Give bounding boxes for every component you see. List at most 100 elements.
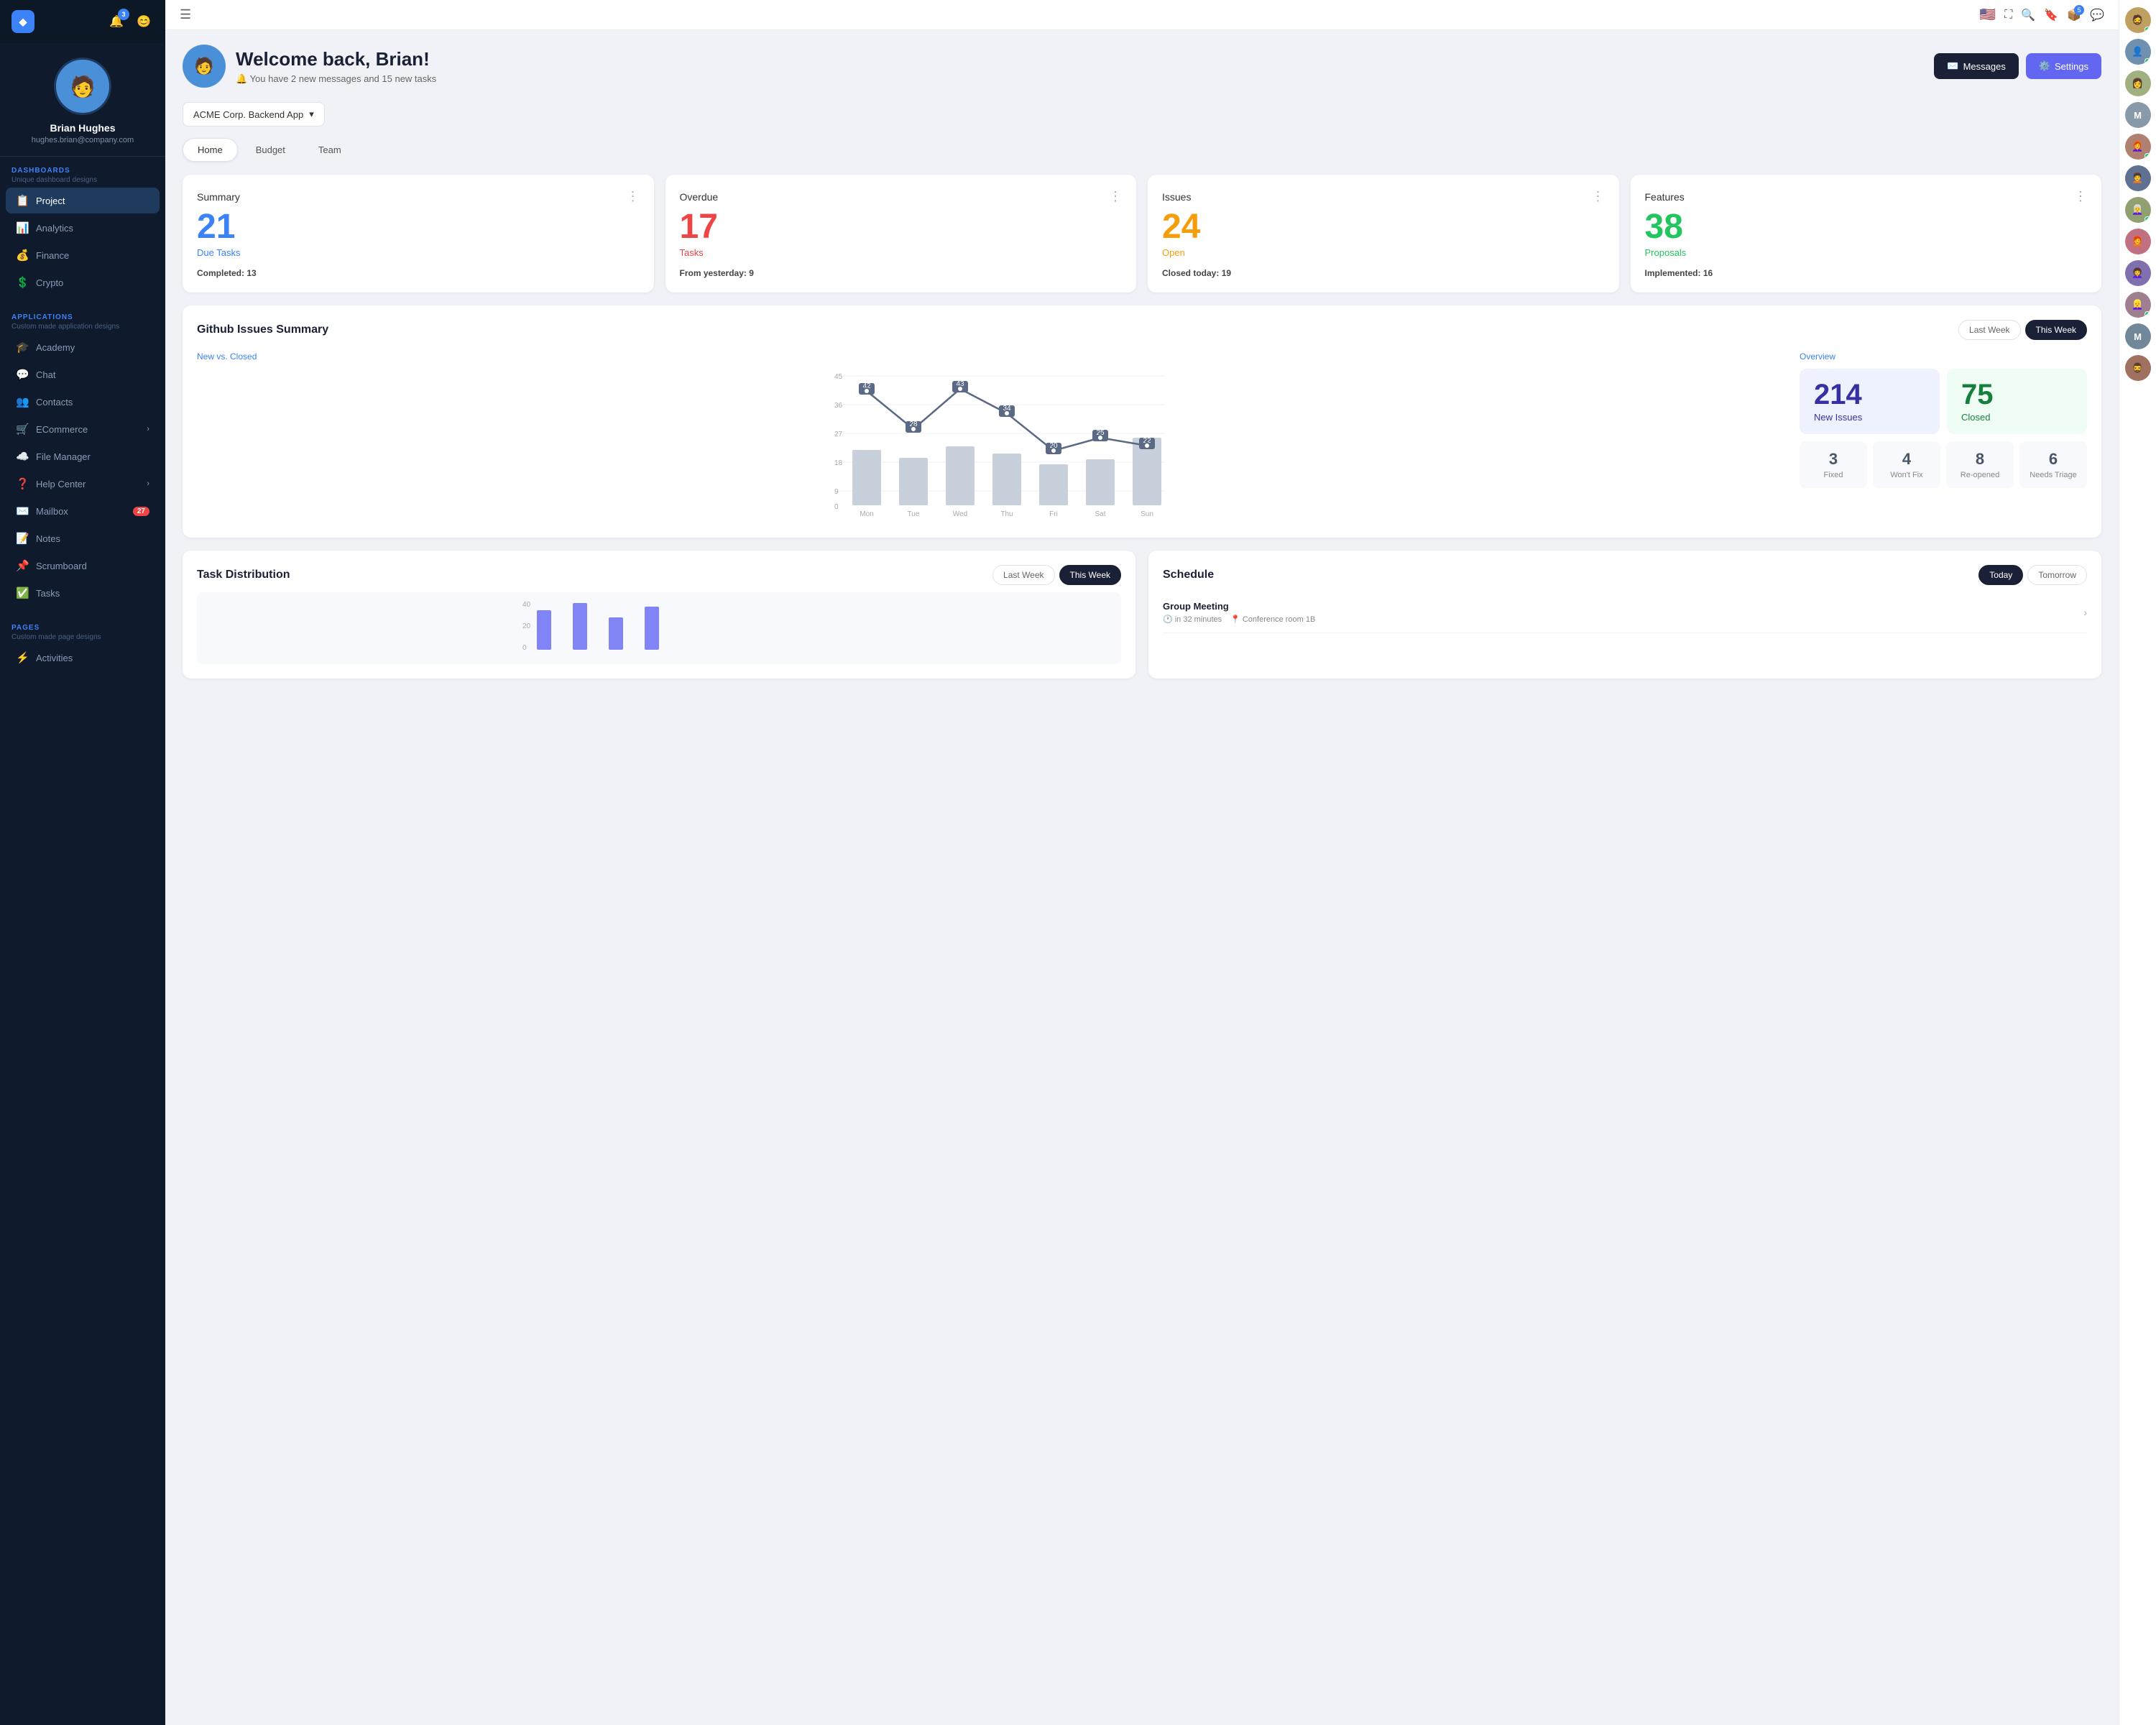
mailbox-badge: 27 bbox=[133, 507, 149, 516]
right-sidebar-avatar-11[interactable]: 🧔‍♂️ bbox=[2125, 355, 2151, 381]
task-dist-header: Task Distribution Last Week This Week bbox=[197, 565, 1121, 585]
svg-text:Tue: Tue bbox=[908, 510, 920, 518]
settings-button[interactable]: ⚙️ Settings bbox=[2026, 53, 2101, 79]
schedule-item-location: 📍 Conference room 1B bbox=[1230, 615, 1315, 624]
card-summary-number: 21 bbox=[197, 210, 640, 244]
svg-text:20: 20 bbox=[522, 622, 531, 630]
right-sidebar-avatar-5[interactable]: 🧑‍🦱 bbox=[2125, 165, 2151, 191]
main-content: 🧑 Welcome back, Brian! 🔔 You have 2 new … bbox=[165, 30, 2119, 1725]
task-dist-this-week-button[interactable]: This Week bbox=[1059, 565, 1121, 585]
hamburger-menu-icon[interactable]: ☰ bbox=[180, 7, 191, 22]
nav-section-label-pages: PAGES bbox=[11, 624, 154, 632]
notification-badge: 3 bbox=[118, 9, 129, 20]
schedule-item: Group Meeting 🕐 in 32 minutes 📍 Conferen… bbox=[1163, 592, 2087, 633]
task-distribution-section: Task Distribution Last Week This Week 40… bbox=[183, 551, 1135, 678]
schedule-tomorrow-button[interactable]: Tomorrow bbox=[2027, 565, 2087, 585]
github-issues-title: Github Issues Summary bbox=[197, 323, 328, 336]
project-selector-label: ACME Corp. Backend App bbox=[193, 109, 303, 120]
card-features-footer-prefix: Implemented: bbox=[1645, 268, 1701, 278]
right-sidebar-avatar-4[interactable]: 👩‍🦰 bbox=[2125, 134, 2151, 160]
bookmark-icon[interactable]: 🔖 bbox=[2044, 8, 2058, 22]
project-icon: 📋 bbox=[16, 194, 29, 207]
tab-team[interactable]: Team bbox=[303, 138, 356, 162]
contacts-icon: 👥 bbox=[16, 395, 29, 408]
card-features-label: Proposals bbox=[1645, 247, 2088, 258]
sidebar-item-helpcenter[interactable]: ❓ Help Center › bbox=[6, 471, 160, 497]
svg-text:Sat: Sat bbox=[1095, 510, 1105, 518]
search-icon[interactable]: 🔍 bbox=[2021, 8, 2035, 22]
github-last-week-button[interactable]: Last Week bbox=[1958, 320, 2020, 340]
right-sidebar-avatar-6[interactable]: 👩‍🦳 bbox=[2125, 197, 2151, 223]
card-summary-footer-value: 13 bbox=[247, 268, 256, 278]
mini-stat-fixed: 3 Fixed bbox=[1800, 441, 1867, 488]
gear-icon: ⚙️ bbox=[2039, 60, 2050, 72]
right-sidebar-avatar-8[interactable]: 👩‍🦱 bbox=[2125, 260, 2151, 286]
sidebar-item-ecommerce[interactable]: 🛒 ECommerce › bbox=[6, 416, 160, 442]
right-sidebar-avatar-9[interactable]: 👱‍♀️ bbox=[2125, 292, 2151, 318]
nav-section-pages: PAGES Custom made page designs bbox=[0, 614, 165, 644]
tab-budget[interactable]: Budget bbox=[241, 138, 300, 162]
tab-home[interactable]: Home bbox=[183, 138, 238, 162]
app-logo[interactable]: ◆ bbox=[11, 10, 34, 33]
nav-section-dashboards: DASHBOARDS Unique dashboard designs bbox=[0, 157, 165, 187]
sidebar-item-contacts[interactable]: 👥 Contacts bbox=[6, 389, 160, 415]
card-features-number: 38 bbox=[1645, 210, 2088, 244]
sidebar-item-finance[interactable]: 💰 Finance bbox=[6, 242, 160, 268]
notifications-icon[interactable]: 🔔 3 bbox=[106, 12, 126, 32]
fullscreen-icon[interactable]: ⛶ bbox=[2004, 9, 2012, 22]
topbar: ☰ 🇺🇸 ⛶ 🔍 🔖 📦 5 💬 bbox=[165, 0, 2119, 30]
svg-text:18: 18 bbox=[834, 459, 843, 467]
sidebar-item-crypto[interactable]: 💲 Crypto bbox=[6, 270, 160, 295]
sidebar-item-activities[interactable]: ⚡ Activities bbox=[6, 645, 160, 671]
card-overdue-menu-icon[interactable]: ⋮ bbox=[1109, 189, 1122, 204]
nav-section-sub-dashboards: Unique dashboard designs bbox=[11, 176, 154, 184]
sidebar-item-scrumboard[interactable]: 📌 Scrumboard bbox=[6, 553, 160, 579]
user-menu-icon[interactable]: 😊 bbox=[134, 12, 154, 32]
cart-icon[interactable]: 📦 5 bbox=[2067, 8, 2081, 22]
right-sidebar-avatar-7[interactable]: 🧑‍🦰 bbox=[2125, 229, 2151, 254]
github-this-week-button[interactable]: This Week bbox=[2025, 320, 2087, 340]
task-dist-last-week-button[interactable]: Last Week bbox=[992, 565, 1054, 585]
right-sidebar-avatar-0[interactable]: 🧔 bbox=[2125, 7, 2151, 33]
sidebar-item-academy[interactable]: 🎓 Academy bbox=[6, 334, 160, 360]
online-indicator bbox=[2145, 27, 2150, 32]
messages-topbar-icon[interactable]: 💬 bbox=[2090, 8, 2104, 22]
mailbox-icon: ✉️ bbox=[16, 505, 29, 518]
mini-stat-fixed-number: 3 bbox=[1805, 450, 1861, 469]
svg-text:Mon: Mon bbox=[860, 510, 873, 518]
card-issues-number: 24 bbox=[1162, 210, 1605, 244]
sidebar-item-chat[interactable]: 💬 Chat bbox=[6, 362, 160, 387]
card-features-footer-value: 16 bbox=[1703, 268, 1713, 278]
sidebar-item-project[interactable]: 📋 Project bbox=[6, 188, 160, 213]
svg-text:36: 36 bbox=[834, 402, 843, 410]
right-sidebar-avatar-10[interactable]: M bbox=[2125, 323, 2151, 349]
right-sidebar-avatar-2[interactable]: 👩 bbox=[2125, 70, 2151, 96]
card-summary-menu-icon[interactable]: ⋮ bbox=[627, 189, 640, 204]
sidebar-item-analytics[interactable]: 📊 Analytics bbox=[6, 215, 160, 241]
schedule-today-button[interactable]: Today bbox=[1978, 565, 2023, 585]
project-selector[interactable]: ACME Corp. Backend App ▾ bbox=[183, 102, 325, 126]
user-name: Brian Hughes bbox=[50, 122, 115, 134]
main-container: ☰ 🇺🇸 ⛶ 🔍 🔖 📦 5 💬 🧑 Welcome back, Brian! bbox=[165, 0, 2119, 1725]
card-summary-header: Summary ⋮ bbox=[197, 189, 640, 204]
sidebar-item-label-notes: Notes bbox=[36, 533, 60, 544]
schedule-item-arrow-icon[interactable]: › bbox=[2083, 607, 2087, 618]
sidebar-item-mailbox[interactable]: ✉️ Mailbox 27 bbox=[6, 498, 160, 524]
schedule-item-info: Group Meeting 🕐 in 32 minutes 📍 Conferen… bbox=[1163, 601, 1315, 624]
envelope-icon: ✉️ bbox=[1947, 60, 1958, 72]
welcome-subtitle: 🔔 You have 2 new messages and 15 new tas… bbox=[236, 73, 436, 85]
welcome-bar: 🧑 Welcome back, Brian! 🔔 You have 2 new … bbox=[183, 45, 2101, 88]
card-features-menu-icon[interactable]: ⋮ bbox=[2074, 189, 2087, 204]
sidebar-item-label-project: Project bbox=[36, 196, 65, 206]
user-profile: 🧑 Brian Hughes hughes.brian@company.com bbox=[0, 43, 165, 157]
scrumboard-icon: 📌 bbox=[16, 559, 29, 572]
messages-button[interactable]: ✉️ Messages bbox=[1934, 53, 2018, 79]
sidebar-item-tasks[interactable]: ✅ Tasks bbox=[6, 580, 160, 606]
card-issues-menu-icon[interactable]: ⋮ bbox=[1592, 189, 1605, 204]
right-sidebar-avatar-1[interactable]: 👤 bbox=[2125, 39, 2151, 65]
mini-stat-wontfix-label: Won't Fix bbox=[1879, 471, 1935, 479]
sidebar-item-notes[interactable]: 📝 Notes bbox=[6, 525, 160, 551]
sidebar-item-filemanager[interactable]: ☁️ File Manager bbox=[6, 443, 160, 469]
right-sidebar-avatar-3[interactable]: M bbox=[2125, 102, 2151, 128]
finance-icon: 💰 bbox=[16, 249, 29, 262]
